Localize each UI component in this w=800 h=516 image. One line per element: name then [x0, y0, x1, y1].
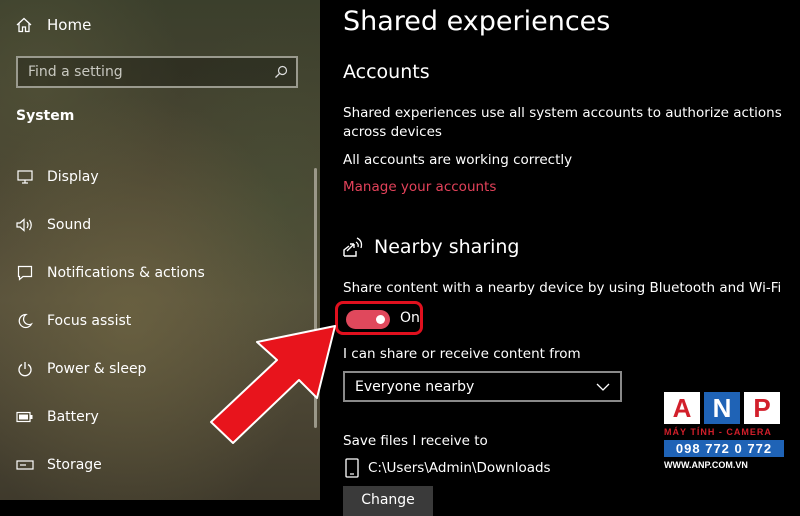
moon-icon [16, 312, 34, 330]
device-icon [345, 458, 359, 478]
sidebar-section-title: System [16, 108, 75, 124]
storage-icon [16, 456, 34, 474]
battery-icon [16, 408, 34, 426]
accounts-description: Shared experiences use all system accoun… [343, 105, 782, 140]
home-icon [16, 17, 32, 33]
watermark-phone: 098 772 0 772 [664, 440, 784, 457]
watermark-letter: A [664, 392, 700, 424]
search-input[interactable] [18, 63, 270, 81]
nearby-sharing-toggle[interactable] [346, 310, 390, 329]
home-nav-item[interactable]: Home [16, 12, 91, 38]
red-arrow-annotation [210, 325, 336, 444]
sidebar-item-label: Battery [47, 409, 99, 425]
sidebar-item-label: Storage [47, 457, 102, 473]
sidebar-item-label: Focus assist [47, 313, 132, 329]
watermark-letters: A N P [664, 392, 784, 424]
nearby-sharing-description: Share content with a nearby device by us… [343, 280, 782, 296]
share-from-dropdown[interactable]: Everyone nearby [343, 371, 622, 402]
notification-icon [16, 264, 34, 282]
toggle-knob [376, 315, 385, 324]
accounts-heading: Accounts [343, 61, 430, 83]
nearby-sharing-icon [343, 237, 363, 257]
watermark-letter: N [704, 392, 740, 424]
toggle-highlight-box: On [335, 301, 423, 335]
monitor-icon [16, 168, 34, 186]
watermark-tagline: MÁY TÍNH - CAMERA [664, 427, 772, 437]
page-title: Shared experiences [343, 6, 611, 37]
search-box[interactable] [16, 56, 298, 88]
anp-watermark: A N P MÁY TÍNH - CAMERA 098 772 0 772 WW… [664, 392, 784, 470]
sidebar-item-label: Sound [47, 217, 92, 233]
chevron-down-icon [596, 383, 610, 391]
sidebar-item-label: Display [47, 169, 99, 185]
sidebar-item-storage[interactable]: Storage [16, 453, 306, 477]
save-location-label: Save files I receive to [343, 433, 488, 449]
manage-accounts-link[interactable]: Manage your accounts [343, 179, 496, 195]
sidebar-item-display[interactable]: Display [16, 165, 306, 189]
share-from-label: I can share or receive content from [343, 346, 581, 362]
sidebar-item-label: Power & sleep [47, 361, 147, 377]
save-path-value: C:\Users\Admin\Downloads [368, 460, 551, 476]
save-path-row: C:\Users\Admin\Downloads [345, 458, 551, 478]
change-location-button[interactable]: Change [343, 486, 433, 516]
dropdown-selected-value: Everyone nearby [355, 378, 475, 395]
nearby-sharing-heading: Nearby sharing [342, 236, 519, 258]
power-icon [16, 360, 34, 378]
toggle-state-label: On [400, 310, 420, 326]
search-icon[interactable] [270, 61, 292, 83]
sidebar-item-label: Notifications & actions [47, 265, 205, 281]
speaker-icon [16, 216, 34, 234]
home-label: Home [47, 16, 92, 34]
watermark-website: WWW.ANP.COM.VN [664, 460, 748, 470]
sidebar-item-notifications[interactable]: Notifications & actions [16, 261, 306, 285]
watermark-letter: P [744, 392, 780, 424]
nearby-sharing-title: Nearby sharing [374, 236, 520, 258]
accounts-status: All accounts are working correctly [343, 152, 573, 168]
sidebar-item-sound[interactable]: Sound [16, 213, 306, 237]
